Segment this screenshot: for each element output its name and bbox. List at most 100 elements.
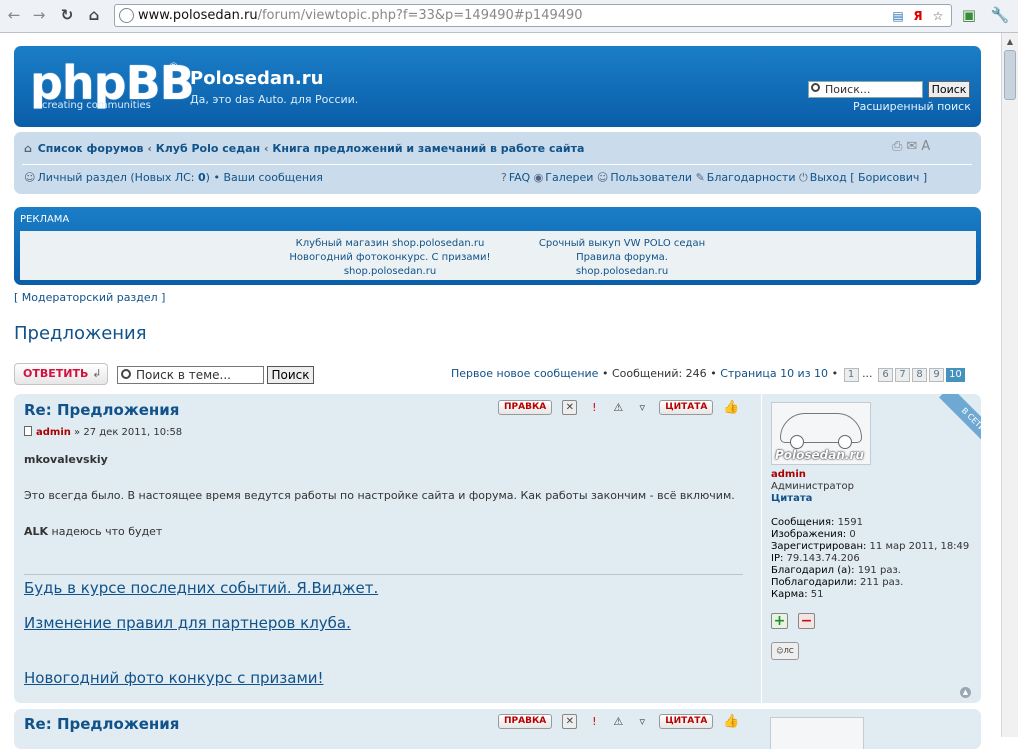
crumb-book[interactable]: Книга предложений и замечаний в работе с… — [272, 142, 584, 155]
profile-username[interactable]: admin — [771, 469, 806, 480]
scroll-thumb[interactable] — [1004, 50, 1016, 100]
karma-plus-icon[interactable]: + — [771, 613, 788, 629]
pagination: Первое новое сообщение • Сообщений: 246 … — [451, 367, 965, 382]
reload-icon[interactable]: ↻ — [57, 5, 77, 25]
advanced-search-link[interactable]: Расширенный поиск — [853, 100, 971, 113]
edit-button[interactable]: ПРАВКА — [498, 400, 553, 415]
topic-search-input[interactable]: Поиск в теме... — [117, 366, 264, 384]
users-link[interactable]: Пользователи — [610, 171, 692, 184]
header-search-button[interactable]: Поиск — [928, 81, 970, 98]
back-arrow-icon[interactable]: ← — [4, 5, 24, 25]
crumb-club[interactable]: Клуб Polo седан — [156, 142, 260, 155]
info-icon[interactable]: ▿ — [635, 715, 649, 728]
post-link-icon[interactable] — [24, 426, 32, 436]
eye-icon: ◉ — [533, 171, 544, 184]
post-paragraph: ALK надеюсь что будет — [24, 525, 163, 538]
private-section-link[interactable]: Личный раздел (Новых ЛС: 0) — [37, 171, 210, 184]
pencil-icon: ✎ — [695, 171, 705, 184]
back-to-top-icon[interactable]: ▲ — [960, 687, 971, 698]
moderator-section-link[interactable]: [ Модераторский раздел ] — [14, 291, 165, 304]
ad-link-shop-url[interactable]: shop.polosedan.ru — [270, 265, 510, 279]
page-1[interactable]: 1 — [843, 368, 859, 382]
yandex-icon[interactable]: Я — [910, 8, 926, 24]
edit-button[interactable]: ПРАВКА — [498, 714, 553, 729]
home-icon[interactable]: ⌂ — [84, 5, 104, 25]
home-icon: ⌂ — [24, 142, 32, 155]
pm-button[interactable]: ☺ЛС — [771, 642, 799, 660]
first-new-post-link[interactable]: Первое новое сообщение — [451, 367, 598, 380]
vertical-scrollbar[interactable]: ▲ — [1001, 33, 1018, 737]
delete-icon[interactable]: ✕ — [562, 400, 578, 415]
extension-icon[interactable]: ▣ — [959, 5, 979, 25]
ad-link-shop[interactable]: Клубный магазин shop.polosedan.ru — [270, 237, 510, 251]
browser-toolbar: ← → ↻ ⌂ www.polosedan.ru/forum/viewtopic… — [0, 0, 1018, 33]
magnifier-icon — [121, 369, 131, 379]
globe-icon — [119, 8, 134, 23]
address-url: www.polosedan.ru/forum/viewtopic.php?f=3… — [138, 8, 583, 23]
info-icon[interactable]: ▿ — [635, 401, 649, 414]
wrench-icon[interactable]: 🔧 — [990, 5, 1010, 25]
font-size-icon[interactable]: A — [921, 139, 934, 154]
page-tools: ⎙✉A — [892, 139, 934, 154]
page-icon[interactable]: ▤ — [890, 8, 906, 24]
email-icon[interactable]: ✉ — [906, 139, 921, 154]
karma-minus-icon[interactable]: − — [798, 613, 815, 629]
page-7[interactable]: 7 — [895, 368, 911, 382]
avatar — [770, 717, 864, 749]
topic-search-button[interactable]: Поиск — [267, 366, 314, 384]
reply-button[interactable]: ОТВЕТИТЬ ↲ — [14, 363, 108, 385]
thanks-thumb-icon[interactable]: 👍 — [723, 400, 739, 415]
bullet: • — [710, 367, 717, 380]
quote-button[interactable]: ЦИТАТА — [659, 714, 714, 729]
stat-thanks-received: Поблагодарили: 211 раз. — [771, 577, 904, 588]
phpbb-logo[interactable]: phpBB ® creating communities — [30, 56, 195, 116]
signature-link-widget[interactable]: Будь в курсе последних событий. Я.Виджет… — [24, 579, 378, 597]
warn-icon[interactable]: ⚠ — [611, 401, 625, 414]
header-search-input[interactable]: Поиск... — [808, 81, 923, 98]
ad-link-rules[interactable]: Правила форума. — [502, 251, 742, 265]
bookmark-star-icon[interactable]: ☆ — [930, 8, 946, 24]
warn-icon[interactable]: ⚠ — [611, 715, 625, 728]
faq-link[interactable]: FAQ — [509, 171, 530, 184]
page-ellipsis: ... — [862, 367, 873, 380]
post-profile: В СЕТИ Polosedan.ru admin Администратор … — [761, 394, 981, 703]
print-icon[interactable]: ⎙ — [892, 139, 906, 154]
galleries-link[interactable]: Галереи — [545, 171, 593, 184]
post-author[interactable]: admin — [36, 427, 71, 438]
page-9[interactable]: 9 — [929, 368, 945, 382]
online-badge: В СЕТИ — [939, 394, 981, 454]
report-icon[interactable]: ! — [587, 715, 601, 728]
faq-icon: ? — [501, 171, 507, 184]
page-8[interactable]: 8 — [912, 368, 928, 382]
page-6[interactable]: 6 — [878, 368, 894, 382]
bullet: • — [213, 171, 220, 184]
bullet: • — [601, 367, 609, 380]
delete-icon[interactable]: ✕ — [562, 714, 578, 729]
page-title[interactable]: Предложения — [14, 323, 147, 344]
forward-arrow-icon[interactable]: → — [29, 5, 49, 25]
thanks-link[interactable]: Благодарности — [707, 171, 796, 184]
address-bar[interactable]: www.polosedan.ru/forum/viewtopic.php?f=3… — [114, 4, 952, 27]
ad-link-photo-contest[interactable]: Новогодний фотоконкурс. С призами! — [270, 251, 510, 265]
report-icon[interactable]: ! — [587, 401, 601, 414]
user-links-right: ? FAQ ◉ Галереи ☺ Пользователи ✎ Благодарнос… — [501, 171, 927, 185]
post: Re: Предложения admin » 27 дек 2011, 10:… — [14, 394, 981, 703]
profile-rank: Администратор — [771, 481, 854, 492]
post-title[interactable]: Re: Предложения — [24, 401, 179, 419]
signature-link-rules[interactable]: Изменение правил для партнеров клуба. — [24, 614, 351, 632]
page-of[interactable]: Страница 10 из 10 — [720, 367, 828, 380]
scroll-up-icon[interactable]: ▲ — [1004, 36, 1016, 48]
crumb-separator: ‹ — [147, 142, 152, 155]
profile-quote-link[interactable]: Цитата — [771, 493, 812, 504]
post-title[interactable]: Re: Предложения — [24, 715, 179, 733]
signature-link-contest[interactable]: Новогодний фото конкурс с призами! — [24, 669, 324, 687]
your-posts-link[interactable]: Ваши сообщения — [223, 171, 322, 184]
signature-divider — [24, 574, 743, 575]
crumb-forum-list[interactable]: Список форумов — [38, 142, 144, 155]
thanks-thumb-icon[interactable]: 👍 — [723, 714, 739, 729]
logout-link[interactable]: Выход [ Борисович ] — [810, 171, 927, 184]
ad-link-shop-url-2[interactable]: shop.polosedan.ru — [502, 265, 742, 279]
ad-link-buyout[interactable]: Срочный выкуп VW POLO седан — [502, 237, 742, 251]
quote-button[interactable]: ЦИТАТА — [659, 400, 714, 415]
avatar-brand: Polosedan.ru — [775, 448, 864, 462]
